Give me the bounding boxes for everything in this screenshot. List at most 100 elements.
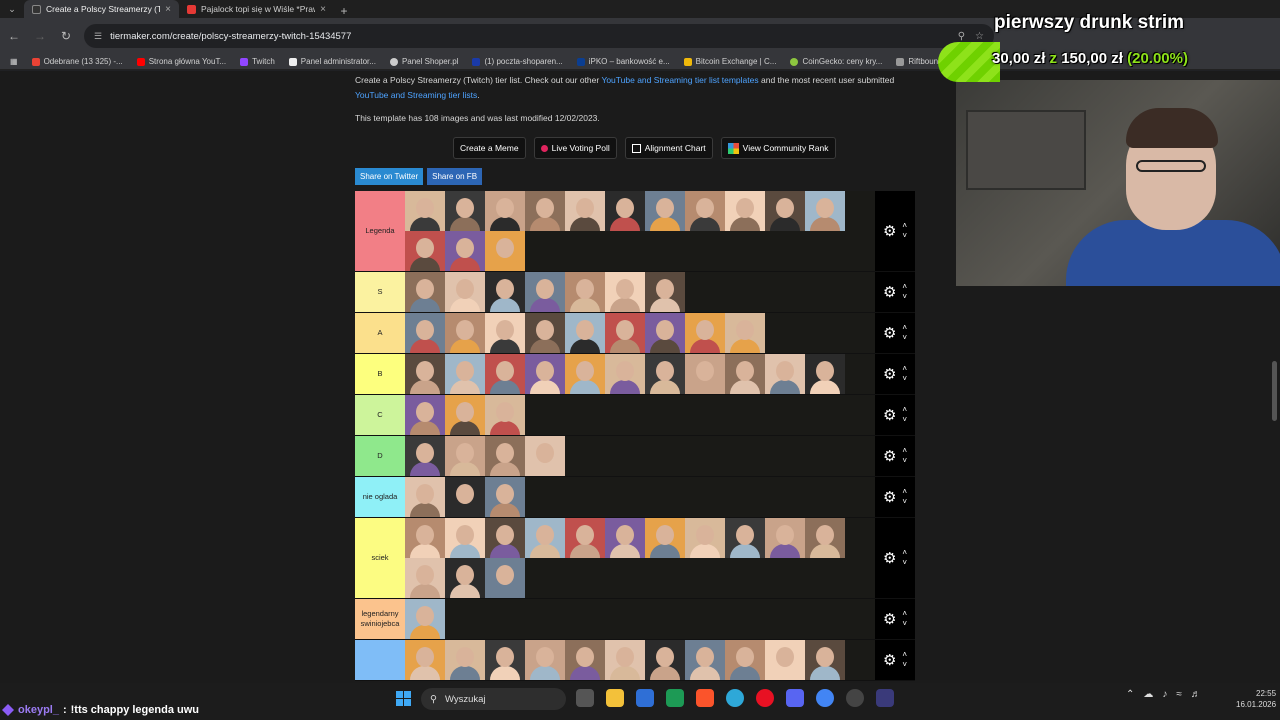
alignment-chart-button[interactable]: Alignment Chart: [624, 137, 713, 159]
streamer-avatar[interactable]: [485, 558, 525, 598]
chevron-down-icon[interactable]: ˅: [902, 374, 907, 384]
streamer-avatar[interactable]: [485, 231, 525, 271]
chevron-down-icon[interactable]: ˅: [902, 333, 907, 343]
streamer-avatar[interactable]: [765, 354, 805, 394]
forward-button[interactable]: →: [32, 29, 48, 43]
cloud-icon[interactable]: ☁: [1143, 689, 1153, 700]
bookmark-item[interactable]: iPKO – bankowość e...: [576, 57, 670, 66]
bookmark-item[interactable]: (1) poczta-shoparen...: [472, 57, 563, 66]
streamer-avatar[interactable]: [525, 436, 565, 476]
tab-search-icon[interactable]: ⌄: [0, 0, 24, 18]
streamer-avatar[interactable]: [485, 313, 525, 353]
chrome-icon[interactable]: [816, 689, 834, 707]
tier-label[interactable]: [355, 640, 405, 680]
chevron-up-icon[interactable]: ˄: [902, 548, 907, 558]
tier-label[interactable]: B: [355, 354, 405, 394]
streamer-avatar[interactable]: [605, 518, 645, 558]
chevron-down-icon[interactable]: ˅: [902, 619, 907, 629]
gear-icon[interactable]: ⚙: [883, 324, 896, 342]
gear-icon[interactable]: ⚙: [883, 447, 896, 465]
bookmark-item[interactable]: Strona główna YouT...: [136, 57, 226, 66]
tab-tiermaker[interactable]: Create a Polscy Streamerzy (Twi ×: [24, 0, 179, 18]
streamer-avatar[interactable]: [645, 313, 685, 353]
streamer-avatar[interactable]: [485, 640, 525, 680]
streamer-avatar[interactable]: [605, 313, 645, 353]
gear-icon[interactable]: ⚙: [883, 365, 896, 383]
tier-label[interactable]: Legenda: [355, 191, 405, 271]
back-button[interactable]: ←: [6, 29, 22, 43]
bookmark-item[interactable]: Panel administrator...: [288, 57, 376, 66]
reload-button[interactable]: ↻: [58, 29, 74, 43]
streamer-avatar[interactable]: [445, 313, 485, 353]
streamer-avatar[interactable]: [405, 395, 445, 435]
streamer-avatar[interactable]: [725, 313, 765, 353]
streamer-avatar[interactable]: [485, 518, 525, 558]
chevron-up-icon[interactable]: ˄: [902, 487, 907, 497]
streamer-avatar[interactable]: [445, 436, 485, 476]
chevron-down-icon[interactable]: ˅: [902, 231, 907, 241]
edge-icon[interactable]: [726, 689, 744, 707]
close-tab-icon[interactable]: ×: [320, 4, 326, 15]
streamer-avatar[interactable]: [525, 518, 565, 558]
tier-label[interactable]: S: [355, 272, 405, 312]
chevron-up-icon[interactable]: ˄: [902, 364, 907, 374]
streamer-avatar[interactable]: [765, 640, 805, 680]
streamer-avatar[interactable]: [445, 272, 485, 312]
taskbar-clock[interactable]: 22:55 16.01.2026: [1236, 688, 1276, 710]
tierlists-link[interactable]: YouTube and Streaming tier lists: [355, 90, 477, 100]
tier-label[interactable]: D: [355, 436, 405, 476]
streamer-avatar[interactable]: [525, 640, 565, 680]
chevron-up-icon[interactable]: ˄: [902, 446, 907, 456]
volume-icon[interactable]: ♬: [1191, 689, 1201, 700]
tier-label[interactable]: nie oglada: [355, 477, 405, 517]
streamer-avatar[interactable]: [525, 354, 565, 394]
discord-icon[interactable]: [786, 689, 804, 707]
streamer-avatar[interactable]: [805, 518, 845, 558]
streamer-avatar[interactable]: [645, 272, 685, 312]
streamer-avatar[interactable]: [525, 272, 565, 312]
chevron-down-icon[interactable]: ˅: [902, 497, 907, 507]
streamer-avatar[interactable]: [565, 518, 605, 558]
streamer-avatar[interactable]: [645, 518, 685, 558]
streamer-avatar[interactable]: [405, 191, 445, 231]
streamer-avatar[interactable]: [445, 640, 485, 680]
share-twitter-button[interactable]: Share on Twitter: [355, 168, 424, 185]
streamer-avatar[interactable]: [485, 354, 525, 394]
streamer-avatar[interactable]: [405, 640, 445, 680]
task-view-icon[interactable]: [576, 689, 594, 707]
streamer-avatar[interactable]: [765, 518, 805, 558]
streamer-avatar[interactable]: [405, 313, 445, 353]
streamer-avatar[interactable]: [445, 558, 485, 598]
tier-label[interactable]: A: [355, 313, 405, 353]
streamer-avatar[interactable]: [685, 640, 725, 680]
bookmark-item[interactable]: Bitcoin Exchange | C...: [683, 57, 776, 66]
chevron-up-icon[interactable]: ˄: [902, 609, 907, 619]
streamer-avatar[interactable]: [485, 191, 525, 231]
bookmark-item[interactable]: Odebrane (13 325) -...: [31, 57, 123, 66]
chevron-down-icon[interactable]: ˅: [902, 660, 907, 670]
live-voting-poll-button[interactable]: Live Voting Poll: [533, 137, 617, 159]
streamer-avatar[interactable]: [725, 640, 765, 680]
microphone-icon[interactable]: ♪: [1162, 689, 1167, 700]
app-icon[interactable]: [876, 689, 894, 707]
streamer-avatar[interactable]: [405, 436, 445, 476]
share-fb-button[interactable]: Share on FB: [427, 168, 483, 185]
streamer-avatar[interactable]: [445, 231, 485, 271]
obs-icon[interactable]: [846, 689, 864, 707]
chevron-up-icon[interactable]: ˄: [902, 221, 907, 231]
streamer-avatar[interactable]: [405, 558, 445, 598]
apps-icon[interactable]: ▦: [10, 57, 18, 66]
streamer-avatar[interactable]: [565, 354, 605, 394]
chevron-up-icon[interactable]: ˄: [902, 323, 907, 333]
tier-label[interactable]: sciek: [355, 518, 405, 598]
bookmark-item[interactable]: CoinGecko: ceny kry...: [790, 57, 882, 66]
chevron-down-icon[interactable]: ˅: [902, 558, 907, 568]
streamer-avatar[interactable]: [605, 640, 645, 680]
streamer-avatar[interactable]: [405, 354, 445, 394]
streamer-avatar[interactable]: [725, 354, 765, 394]
bookmark-item[interactable]: Riftbound: [896, 57, 943, 66]
streamer-avatar[interactable]: [565, 272, 605, 312]
gear-icon[interactable]: ⚙: [883, 406, 896, 424]
streamer-avatar[interactable]: [645, 354, 685, 394]
windows-start-icon[interactable]: [396, 691, 411, 706]
